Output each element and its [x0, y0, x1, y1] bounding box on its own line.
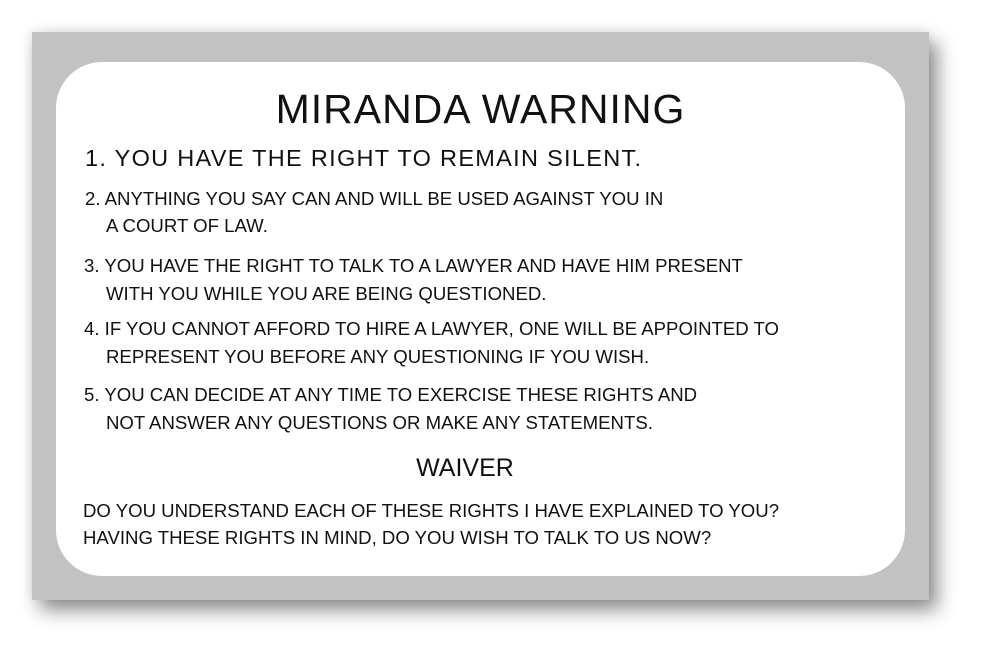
right-5-line-1: 5. YOU CAN DECIDE AT ANY TIME TO EXERCIS…: [84, 384, 698, 405]
right-5-line-2: NOT ANSWER ANY QUESTIONS OR MAKE ANY STA…: [106, 412, 653, 433]
miranda-card: MIRANDA WARNING 1. YOU HAVE THE RIGHT TO…: [32, 32, 929, 600]
waiver-line-2: HAVING THESE RIGHTS IN MIND, DO YOU WISH…: [83, 527, 712, 548]
right-3-line-2: WITH YOU WHILE YOU ARE BEING QUESTIONED.: [106, 283, 547, 304]
right-4-line-1: 4. IF YOU CANNOT AFFORD TO HIRE A LAWYER…: [84, 318, 780, 339]
right-4-line-2: REPRESENT YOU BEFORE ANY QUESTIONING IF …: [106, 346, 650, 367]
right-3-line-1: 3. YOU HAVE THE RIGHT TO TALK TO A LAWYE…: [84, 255, 743, 276]
right-2-line-1: 2. ANYTHING YOU SAY CAN AND WILL BE USED…: [85, 188, 664, 209]
waiver-heading: WAIVER: [416, 454, 514, 482]
right-2-line-2: A COURT OF LAW.: [106, 215, 268, 236]
right-1: 1. YOU HAVE THE RIGHT TO REMAIN SILENT.: [85, 145, 643, 171]
card-face: MIRANDA WARNING 1. YOU HAVE THE RIGHT TO…: [56, 62, 905, 576]
waiver-line-1: DO YOU UNDERSTAND EACH OF THESE RIGHTS I…: [83, 500, 780, 521]
card-title: MIRANDA WARNING: [275, 86, 686, 132]
